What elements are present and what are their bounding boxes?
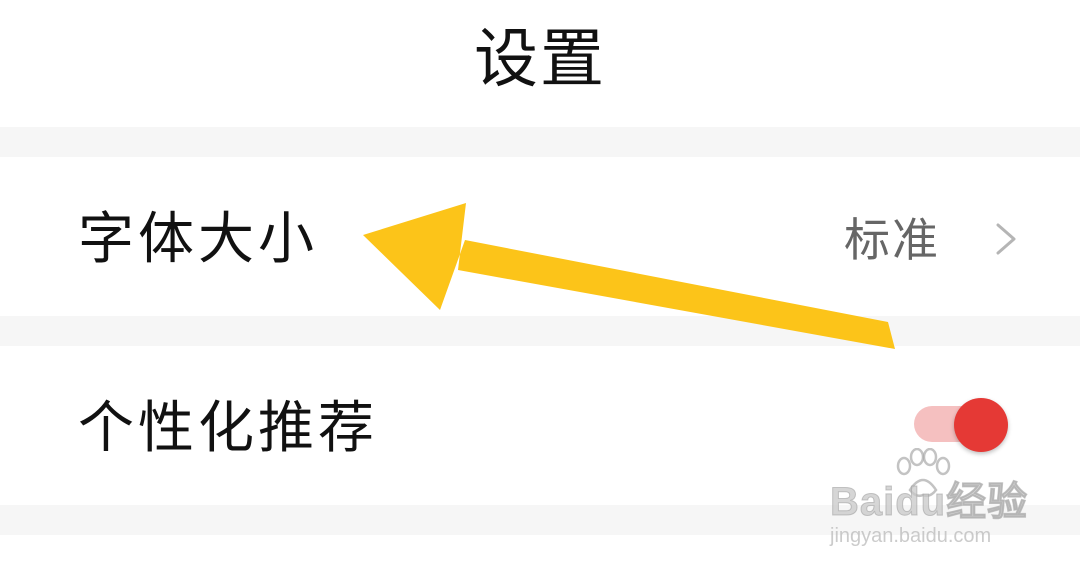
personalized-recommendation-label: 个性化推荐 [78, 396, 378, 461]
bottom-area [0, 535, 1080, 563]
toggle-knob [954, 398, 1008, 452]
settings-row-personalized-recommendation: 个性化推荐 [0, 346, 1080, 505]
font-size-value: 标准 [844, 213, 940, 267]
section-divider [0, 505, 1080, 535]
header: 设置 [0, 0, 1080, 127]
section-divider [0, 316, 1080, 346]
page-title: 设置 [474, 23, 606, 97]
font-size-label: 字体大小 [78, 207, 318, 272]
personalized-recommendation-toggle[interactable] [914, 398, 1010, 452]
settings-row-font-size[interactable]: 字体大小 标准 [0, 157, 1080, 316]
section-divider [0, 127, 1080, 157]
chevron-right-icon [996, 223, 1016, 255]
